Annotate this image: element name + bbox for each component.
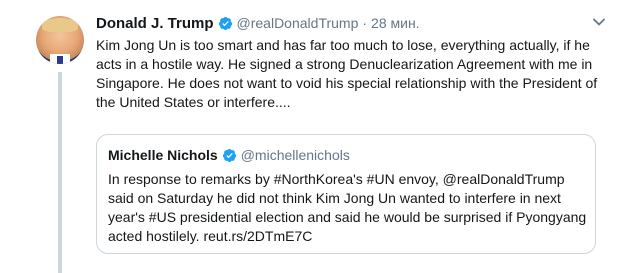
separator-dot: · — [362, 15, 368, 31]
avatar[interactable] — [36, 16, 84, 64]
author-name[interactable]: Donald J. Trump — [96, 15, 214, 32]
quoted-tweet-text: In response to remarks by #NorthKorea's … — [108, 171, 587, 244]
avatar-tie — [57, 56, 63, 64]
author-handle[interactable]: @realDonaldTrump — [237, 15, 359, 31]
quoted-tweet-header: Michelle Nichols @michellenichols — [108, 147, 350, 163]
timestamp[interactable]: 28 мин. — [371, 15, 420, 31]
verified-badge-icon — [218, 16, 232, 30]
verified-badge-icon — [222, 148, 236, 162]
tweet[interactable]: Donald J. Trump @realDonaldTrump · 28 ми… — [0, 0, 640, 273]
chevron-down-icon[interactable] — [591, 14, 607, 30]
quoted-author-handle: @michellenichols — [240, 147, 350, 163]
tweet-text: Kim Jong Un is too smart and has far too… — [96, 37, 598, 110]
thread-line — [58, 72, 62, 273]
tweet-header: Donald J. Trump @realDonaldTrump · 28 ми… — [96, 12, 420, 34]
avatar-hair — [42, 18, 78, 32]
quoted-author-name: Michelle Nichols — [108, 147, 218, 163]
quoted-tweet[interactable]: Michelle Nichols @michellenichols In res… — [96, 134, 596, 254]
